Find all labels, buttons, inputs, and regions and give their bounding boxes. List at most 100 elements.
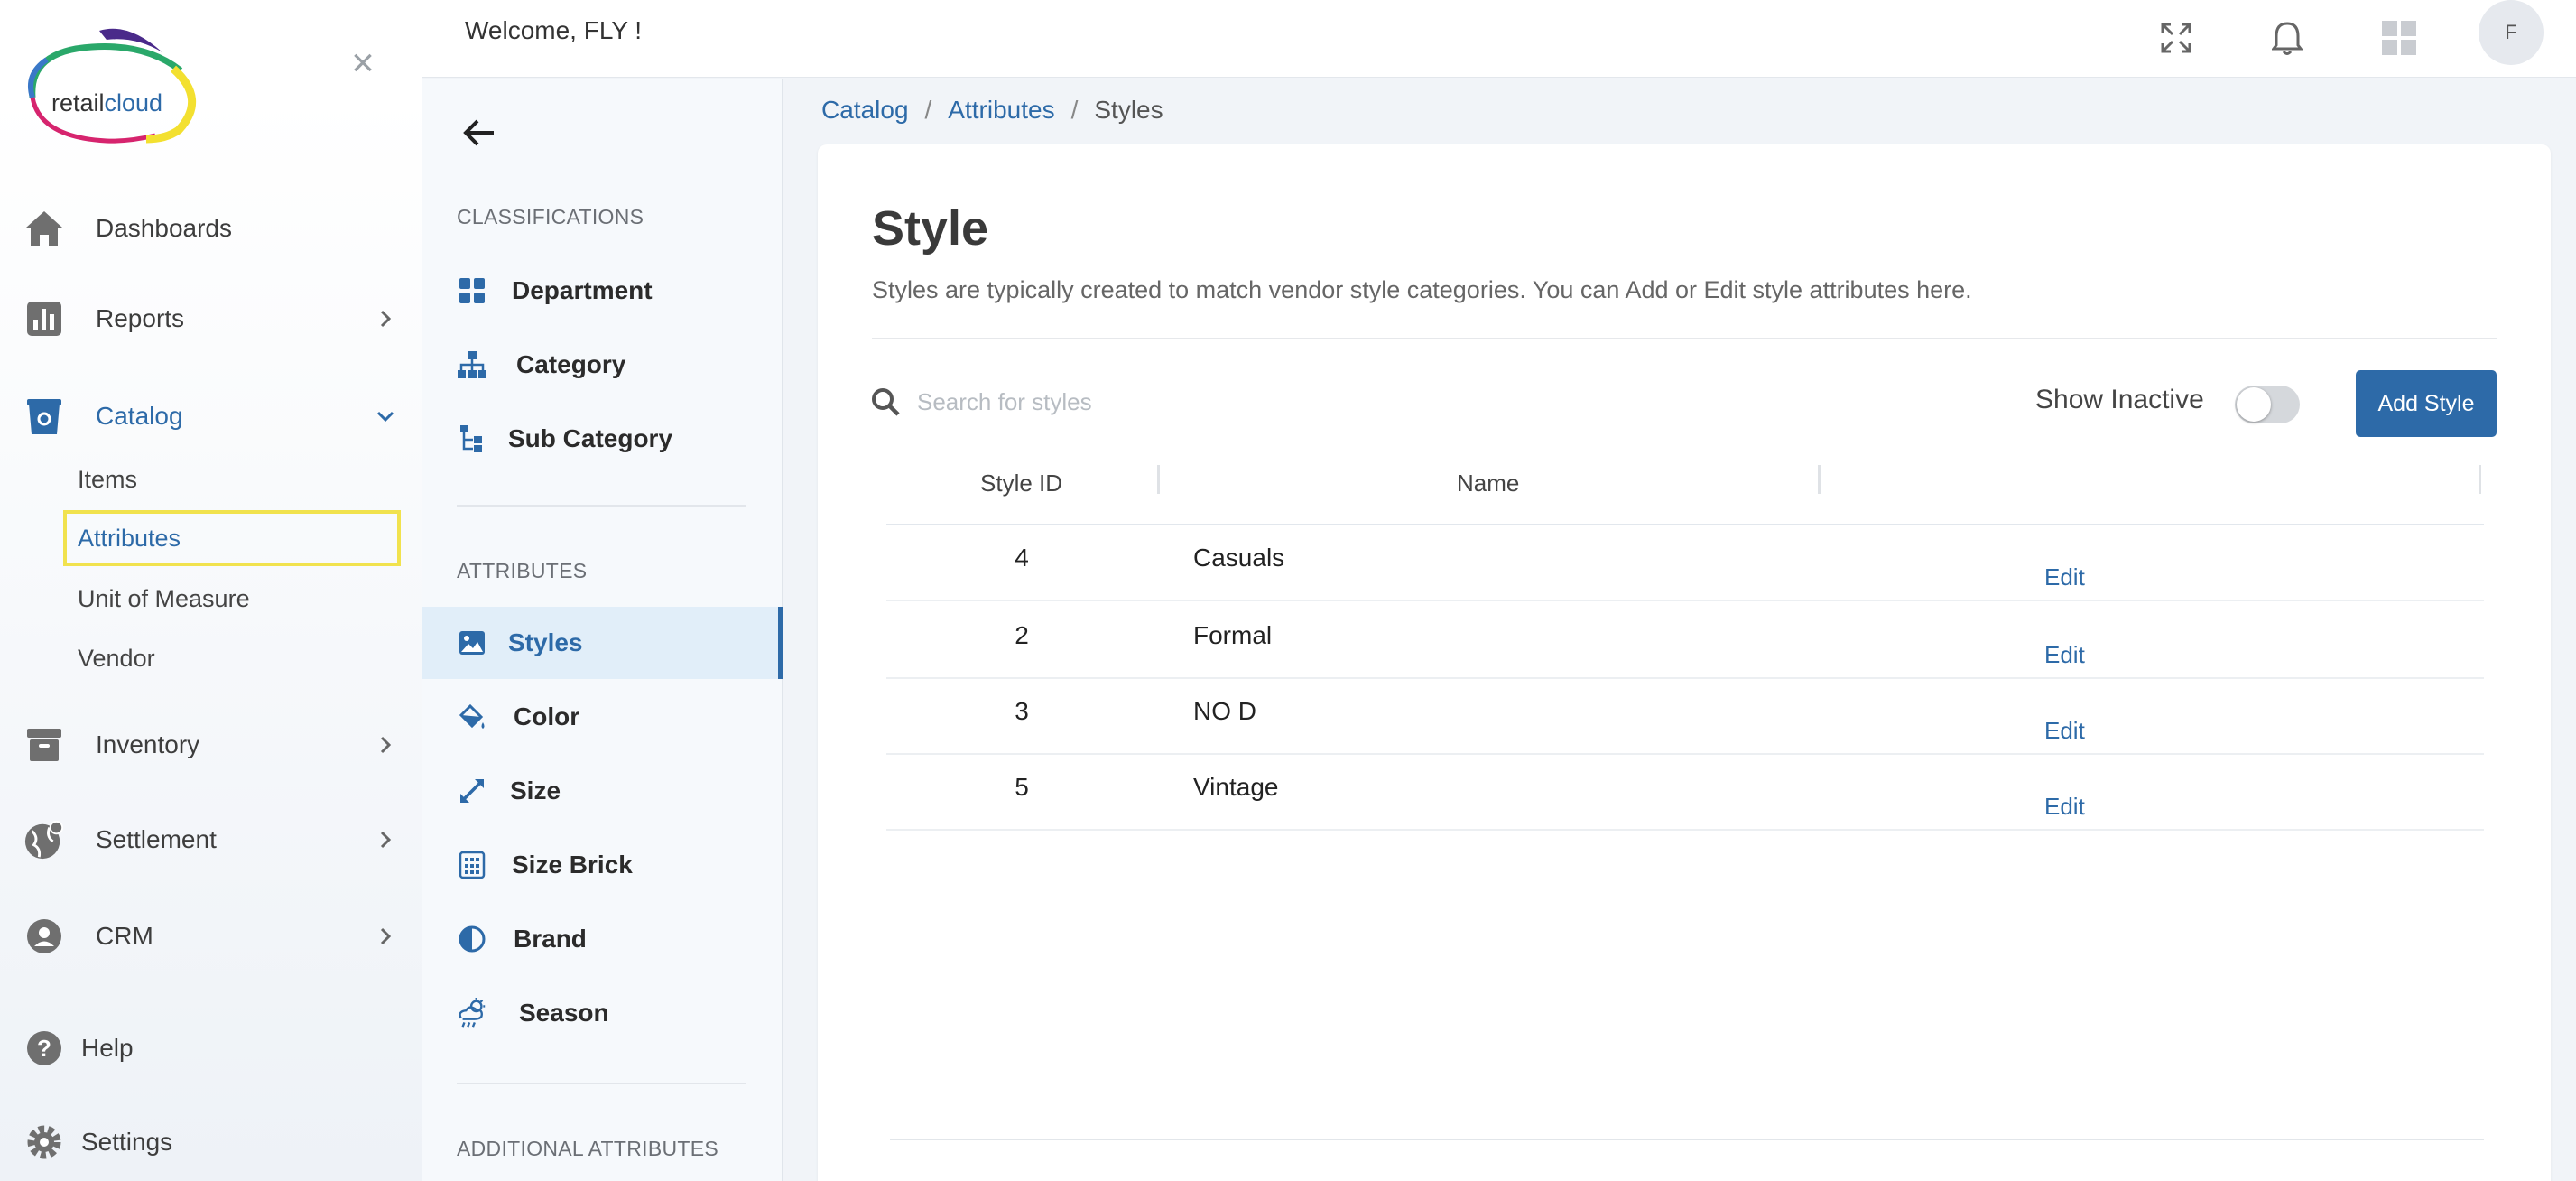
nav-settings[interactable]: Settings: [0, 1111, 422, 1174]
retailcloud-logo[interactable]: retailcloud: [20, 20, 205, 146]
panel-item-category-label: Category: [516, 350, 626, 378]
chevron-right-icon: [380, 831, 392, 849]
weather-icon: [456, 997, 488, 1029]
search-icon: [872, 388, 900, 416]
panel-item-brand[interactable]: Brand: [422, 903, 783, 975]
top-bar: Welcome, FLY ! F: [422, 0, 2576, 78]
page-title: Style: [872, 201, 989, 256]
panel-item-brand-label: Brand: [514, 925, 587, 953]
cell-style-id: 4: [1015, 544, 1029, 572]
logo-cloud-text: cloud: [105, 89, 163, 116]
panel-item-season[interactable]: Season: [422, 977, 783, 1049]
nav-inventory[interactable]: Inventory: [0, 713, 422, 776]
breadcrumb-separator: /: [1070, 96, 1079, 124]
chevron-down-icon: [376, 411, 394, 423]
nav-help[interactable]: ? Help: [0, 1017, 422, 1080]
nav-inventory-label: Inventory: [96, 730, 200, 758]
user-avatar[interactable]: F: [2479, 0, 2544, 65]
globe-icon: [23, 819, 65, 860]
catalog-sub-vendor[interactable]: Vendor: [63, 630, 401, 686]
nav-catalog-label: Catalog: [96, 402, 183, 430]
nav-dashboards[interactable]: Dashboards: [0, 197, 422, 260]
panel-item-category[interactable]: Category: [422, 329, 783, 401]
nav-settlement[interactable]: Settlement: [0, 808, 422, 871]
panel-item-size[interactable]: Size: [422, 755, 783, 827]
table-row: 3 NO D Edit: [886, 679, 2484, 755]
column-resize-handle[interactable]: [2479, 465, 2481, 494]
panel-item-size-brick-label: Size Brick: [512, 851, 633, 879]
nav-reports[interactable]: Reports: [0, 287, 422, 350]
panel-item-size-label: Size: [510, 776, 561, 804]
chevron-right-icon: [380, 310, 392, 328]
catalog-sub-items[interactable]: Items: [63, 451, 401, 507]
gear-icon: [23, 1121, 65, 1163]
panel-item-size-brick[interactable]: Size Brick: [422, 829, 783, 901]
nav-settlement-label: Settlement: [96, 825, 217, 853]
fullscreen-icon[interactable]: [2151, 13, 2201, 63]
nav-crm-label: CRM: [96, 922, 153, 950]
breadcrumb-separator: /: [924, 96, 932, 124]
nav-dashboards-label: Dashboards: [96, 214, 232, 242]
archive-box-icon: [23, 724, 65, 766]
catalog-sub-attributes[interactable]: Attributes: [63, 510, 401, 566]
panel-item-styles-label: Styles: [508, 628, 583, 656]
attributes-heading: ATTRIBUTES: [457, 559, 588, 582]
show-inactive-toggle[interactable]: [2235, 386, 2300, 423]
panel-item-styles[interactable]: Styles: [422, 607, 783, 679]
search-input[interactable]: [917, 379, 1729, 424]
panel-item-department[interactable]: Department: [422, 255, 783, 327]
cell-style-id: 2: [1015, 621, 1029, 649]
bell-icon[interactable]: [2262, 13, 2312, 63]
panel-item-department-label: Department: [512, 276, 653, 304]
breadcrumb-catalog[interactable]: Catalog: [821, 96, 909, 125]
breadcrumb: Catalog / Attributes / Styles: [821, 96, 1163, 125]
nav-catalog[interactable]: Catalog: [0, 385, 422, 448]
close-sidebar-icon[interactable]: ×: [345, 43, 381, 83]
panel-item-sub-category[interactable]: Sub Category: [422, 403, 783, 475]
nav-reports-label: Reports: [96, 304, 185, 332]
table-row: 5 Vintage Edit: [886, 755, 2484, 831]
cell-style-name: Casuals: [1193, 544, 1285, 572]
breadcrumb-styles: Styles: [1094, 96, 1163, 124]
svg-text:retailcloud: retailcloud: [51, 89, 162, 116]
logo-retail-text: retail: [51, 89, 105, 116]
edit-link[interactable]: Edit: [2044, 641, 2085, 669]
column-header-name[interactable]: Name: [1457, 470, 1519, 498]
nav-crm[interactable]: CRM: [0, 905, 422, 968]
nav-settings-label: Settings: [81, 1128, 173, 1156]
edit-link[interactable]: Edit: [2044, 793, 2085, 821]
page-description: Styles are typically created to match ve…: [872, 276, 1972, 303]
image-icon: [456, 627, 488, 659]
bar-chart-icon: [23, 298, 65, 339]
add-style-button[interactable]: Add Style: [2356, 370, 2497, 437]
back-arrow-icon[interactable]: [458, 111, 501, 154]
column-header-style-id[interactable]: Style ID: [980, 470, 1062, 498]
column-resize-handle[interactable]: [1818, 465, 1821, 494]
classifications-heading: CLASSIFICATIONS: [457, 205, 644, 228]
panel-item-season-label: Season: [519, 999, 609, 1027]
panel-item-sub-category-label: Sub Category: [508, 424, 673, 452]
panel-item-color[interactable]: Color: [422, 681, 783, 753]
chevron-right-icon: [380, 927, 392, 945]
table-row: 4 Casuals Edit: [886, 525, 2484, 601]
contrast-icon: [456, 923, 488, 955]
user-gear-icon: [23, 916, 65, 957]
apps-grid-icon[interactable]: [2374, 13, 2424, 63]
table-row: 2 Formal Edit: [886, 603, 2484, 679]
styles-card: Style Styles are typically created to ma…: [818, 144, 2551, 1181]
edit-link[interactable]: Edit: [2044, 563, 2085, 591]
cell-style-name: Formal: [1193, 621, 1273, 649]
column-resize-handle[interactable]: [1157, 465, 1160, 494]
tree-icon: [456, 423, 488, 455]
cell-style-name: NO D: [1193, 697, 1256, 725]
help-circle-icon: ?: [23, 1028, 65, 1069]
toggle-knob: [2237, 387, 2271, 422]
chevron-right-icon: [380, 736, 392, 754]
catalog-settings-panel: CLASSIFICATIONS Department Category Sub …: [422, 79, 783, 1181]
nav-help-label: Help: [81, 1034, 134, 1062]
edit-link[interactable]: Edit: [2044, 717, 2085, 745]
main-sidebar: retailcloud × Dashboards Reports Catalog…: [0, 0, 422, 1181]
breadcrumb-attributes[interactable]: Attributes: [948, 96, 1054, 125]
catalog-sub-unit-of-measure[interactable]: Unit of Measure: [63, 571, 401, 627]
calculator-icon: [456, 849, 488, 881]
